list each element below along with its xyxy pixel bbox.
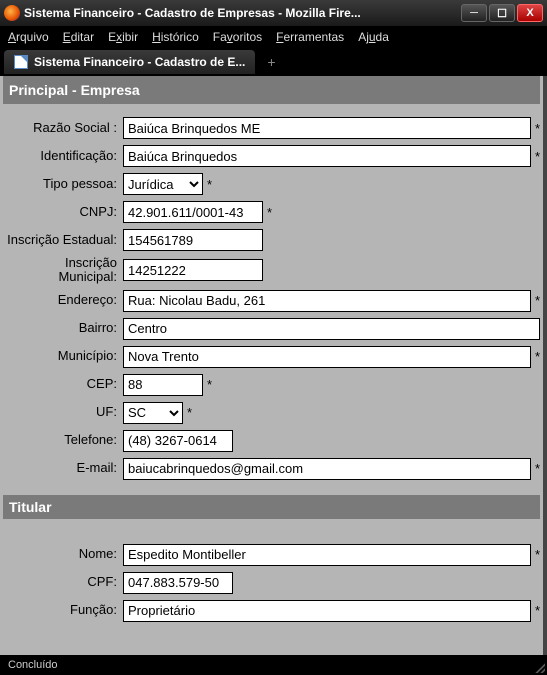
input-inscricao-estadual[interactable] (123, 229, 263, 251)
menu-exibir[interactable]: Exibir (108, 30, 138, 44)
label-inscricao-estadual: Inscrição Estadual: (3, 233, 123, 247)
input-cpf[interactable] (123, 572, 233, 594)
menu-arquivo[interactable]: Arquivo (8, 30, 49, 44)
menu-bar: Arquivo Editar Exibir Histórico Favorito… (0, 26, 547, 48)
window-title-bar: Sistema Financeiro - Cadastro de Empresa… (0, 0, 547, 26)
input-cep[interactable] (123, 374, 203, 396)
required-cep: * (207, 377, 212, 392)
label-cep: CEP: (3, 377, 123, 391)
select-tipo-pessoa[interactable]: Jurídica (123, 173, 203, 195)
tab-label: Sistema Financeiro - Cadastro de E... (34, 55, 245, 69)
label-endereco: Endereço: (3, 293, 123, 307)
required-nome: * (535, 547, 540, 562)
menu-ferramentas[interactable]: Ferramentas (276, 30, 344, 44)
input-bairro[interactable] (123, 318, 540, 340)
menu-historico[interactable]: Histórico (152, 30, 199, 44)
menu-editar[interactable]: Editar (63, 30, 94, 44)
required-identificacao: * (535, 149, 540, 164)
window-title: Sistema Financeiro - Cadastro de Empresa… (24, 6, 461, 20)
label-inscricao-municipal: Inscrição Municipal: (3, 256, 123, 285)
page-icon (14, 55, 28, 69)
close-button[interactable]: X (517, 4, 543, 22)
label-telefone: Telefone: (3, 433, 123, 447)
label-nome: Nome: (3, 547, 123, 561)
maximize-button[interactable]: ☐ (489, 4, 515, 22)
input-inscricao-municipal[interactable] (123, 259, 263, 281)
firefox-icon (4, 5, 20, 21)
new-tab-button[interactable]: + (261, 53, 281, 71)
status-text: Concluído (8, 659, 58, 671)
required-cnpj: * (267, 205, 272, 220)
label-cnpj: CNPJ: (3, 205, 123, 219)
label-email: E-mail: (3, 461, 123, 475)
required-email: * (535, 461, 540, 476)
input-funcao[interactable] (123, 600, 531, 622)
window-controls: ─ ☐ X (461, 4, 543, 22)
section-header-principal: Principal - Empresa (3, 76, 540, 104)
label-razao-social: Razão Social : (3, 121, 123, 135)
vertical-scrollbar[interactable] (543, 76, 547, 655)
input-identificacao[interactable] (123, 145, 531, 167)
label-cpf: CPF: (3, 575, 123, 589)
input-municipio[interactable] (123, 346, 531, 368)
menu-ajuda[interactable]: Ajuda (358, 30, 389, 44)
status-bar: Concluído (0, 655, 547, 675)
input-telefone[interactable] (123, 430, 233, 452)
input-email[interactable] (123, 458, 531, 480)
label-uf: UF: (3, 405, 123, 419)
section-title-principal: Principal - Empresa (9, 82, 140, 98)
required-razao-social: * (535, 121, 540, 136)
input-cnpj[interactable] (123, 201, 263, 223)
browser-tab-active[interactable]: Sistema Financeiro - Cadastro de E... (4, 50, 255, 74)
required-uf: * (187, 405, 192, 420)
section-title-titular: Titular (9, 499, 52, 515)
label-bairro: Bairro: (3, 321, 123, 335)
select-uf[interactable]: SC (123, 402, 183, 424)
minimize-button[interactable]: ─ (461, 4, 487, 22)
label-identificacao: Identificação: (3, 149, 123, 163)
required-endereco: * (535, 293, 540, 308)
required-funcao: * (535, 603, 540, 618)
resize-grip-icon[interactable] (533, 661, 545, 673)
menu-favoritos[interactable]: Favoritos (213, 30, 262, 44)
input-endereco[interactable] (123, 290, 531, 312)
required-municipio: * (535, 349, 540, 364)
page-content: Principal - Empresa Razão Social : * Ide… (0, 76, 543, 655)
label-municipio: Município: (3, 349, 123, 363)
input-razao-social[interactable] (123, 117, 531, 139)
input-nome[interactable] (123, 544, 531, 566)
required-tipo-pessoa: * (207, 177, 212, 192)
label-tipo-pessoa: Tipo pessoa: (3, 177, 123, 191)
section-header-titular: Titular (3, 495, 540, 519)
tab-bar: Sistema Financeiro - Cadastro de E... + (0, 48, 547, 76)
label-funcao: Função: (3, 603, 123, 617)
